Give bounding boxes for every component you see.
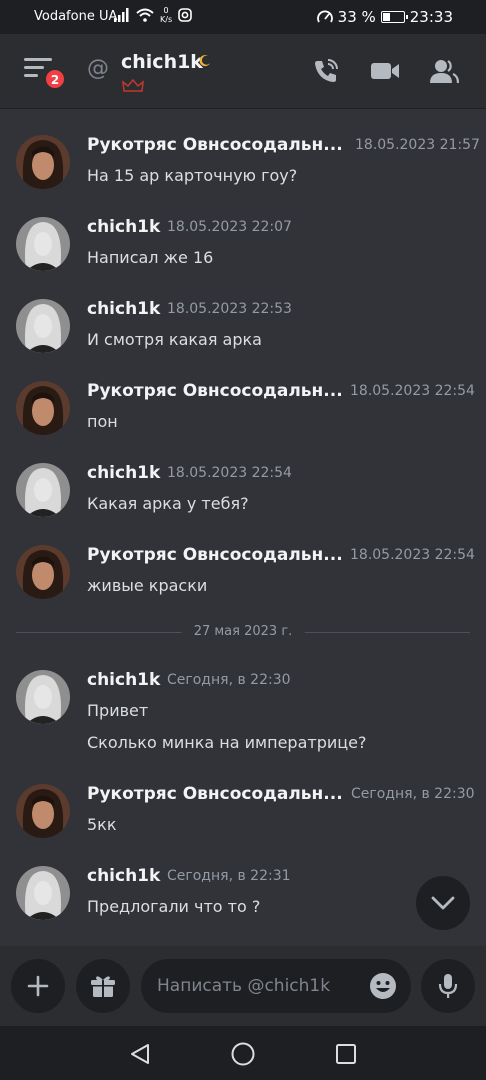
message-timestamp: 18.05.2023 22:54: [350, 547, 475, 563]
carrier-name: Vodafone UA: [34, 9, 118, 24]
back-triangle-icon[interactable]: [127, 1041, 153, 1067]
message-timestamp: Сегодня, в 22:30: [167, 672, 291, 688]
status-right: 33 % 23:33: [316, 8, 453, 26]
message-author[interactable]: chich1k: [87, 866, 160, 886]
speedometer-icon: [316, 10, 333, 23]
system-nav-bar: [0, 1026, 486, 1080]
microphone-icon: [438, 974, 458, 998]
gift-button[interactable]: [76, 959, 130, 1013]
plus-icon: [27, 975, 49, 997]
message-timestamp: 18.05.2023 21:57: [355, 137, 480, 153]
message-author[interactable]: chich1k: [87, 217, 160, 237]
message-input-wrapper: [141, 959, 411, 1013]
battery-icon: [380, 11, 408, 23]
message-text: На 15 ар карточную гоу?: [87, 166, 298, 185]
clock: 23:33: [409, 8, 453, 26]
avatar[interactable]: [16, 299, 70, 353]
home-circle-icon[interactable]: [230, 1041, 256, 1067]
gift-icon: [91, 976, 115, 997]
recents-square-icon[interactable]: [333, 1041, 359, 1067]
message-author[interactable]: Рукотряс Овнсосодальн...: [87, 545, 343, 565]
message-text: Предлогали что то ?: [87, 897, 261, 916]
signal-icon: [114, 8, 129, 22]
avatar[interactable]: [16, 866, 70, 920]
avatar[interactable]: [16, 135, 70, 189]
message-list[interactable]: Рукотряс Овнсосодальн... 18.05.2023 21:5…: [0, 110, 486, 946]
message-text: Сколько минка на императрице?: [87, 733, 367, 752]
message-timestamp: Сегодня, в 22:31: [167, 868, 291, 884]
moon-icon: [199, 55, 210, 67]
plus-button[interactable]: [11, 959, 65, 1013]
message-composer: [0, 946, 486, 1026]
video-camera-icon[interactable]: [370, 56, 400, 86]
voice-message-button[interactable]: [421, 959, 475, 1013]
message-author[interactable]: chich1k: [87, 299, 160, 319]
date-divider: 27 мая 2023 г.: [16, 624, 470, 640]
message-timestamp: 18.05.2023 22:54: [350, 383, 475, 399]
phone-call-icon[interactable]: [311, 56, 341, 86]
chevron-down-icon: [431, 896, 455, 910]
message-text: Написал же 16: [87, 248, 214, 267]
channel-name[interactable]: chich1k: [121, 51, 203, 73]
date-divider-label: 27 мая 2023 г.: [181, 624, 305, 639]
avatar[interactable]: [16, 463, 70, 517]
avatar[interactable]: [16, 381, 70, 435]
message-input[interactable]: [157, 959, 357, 1013]
channel-header: 2 @ chich1k: [0, 34, 486, 109]
status-icons: 0 K/s: [114, 6, 192, 24]
avatar[interactable]: [16, 545, 70, 599]
instagram-icon: [178, 8, 192, 22]
battery-fill: [382, 13, 391, 21]
at-icon: @: [87, 56, 109, 81]
status-bar: Vodafone UA 0 K/s 33 % 23:33: [0, 0, 486, 34]
message-author[interactable]: chich1k: [87, 463, 160, 483]
members-icon[interactable]: [429, 56, 459, 86]
message-text: 5кк: [87, 815, 117, 834]
scroll-to-bottom-button[interactable]: [416, 876, 470, 930]
avatar[interactable]: [16, 670, 70, 724]
crown-icon: [122, 79, 144, 92]
net-speed: 0 K/s: [160, 6, 173, 24]
notification-badge: 2: [44, 68, 66, 90]
wifi-icon: [136, 8, 154, 22]
message-author[interactable]: chich1k: [87, 670, 160, 690]
message-timestamp: 18.05.2023 22:54: [167, 465, 292, 481]
message-author[interactable]: Рукотряс Овнсосодальн...: [87, 784, 343, 804]
message-timestamp: 18.05.2023 22:07: [167, 219, 292, 235]
emoji-icon[interactable]: [369, 972, 397, 1000]
message-text: И смотря какая арка: [87, 330, 262, 349]
message-author[interactable]: Рукотряс Овнсосодальн...: [87, 135, 343, 155]
avatar[interactable]: [16, 784, 70, 838]
message-text: Привет: [87, 701, 149, 720]
message-author[interactable]: Рукотряс Овнсосодальн...: [87, 381, 343, 401]
message-text: Какая арка у тебя?: [87, 494, 249, 513]
message-timestamp: 18.05.2023 22:53: [167, 301, 292, 317]
message-text: живые краски: [87, 576, 208, 595]
message-text: пон: [87, 412, 118, 431]
avatar[interactable]: [16, 217, 70, 271]
message-timestamp: Сегодня, в 22:30: [351, 786, 475, 802]
battery-percent: 33 %: [337, 8, 376, 26]
